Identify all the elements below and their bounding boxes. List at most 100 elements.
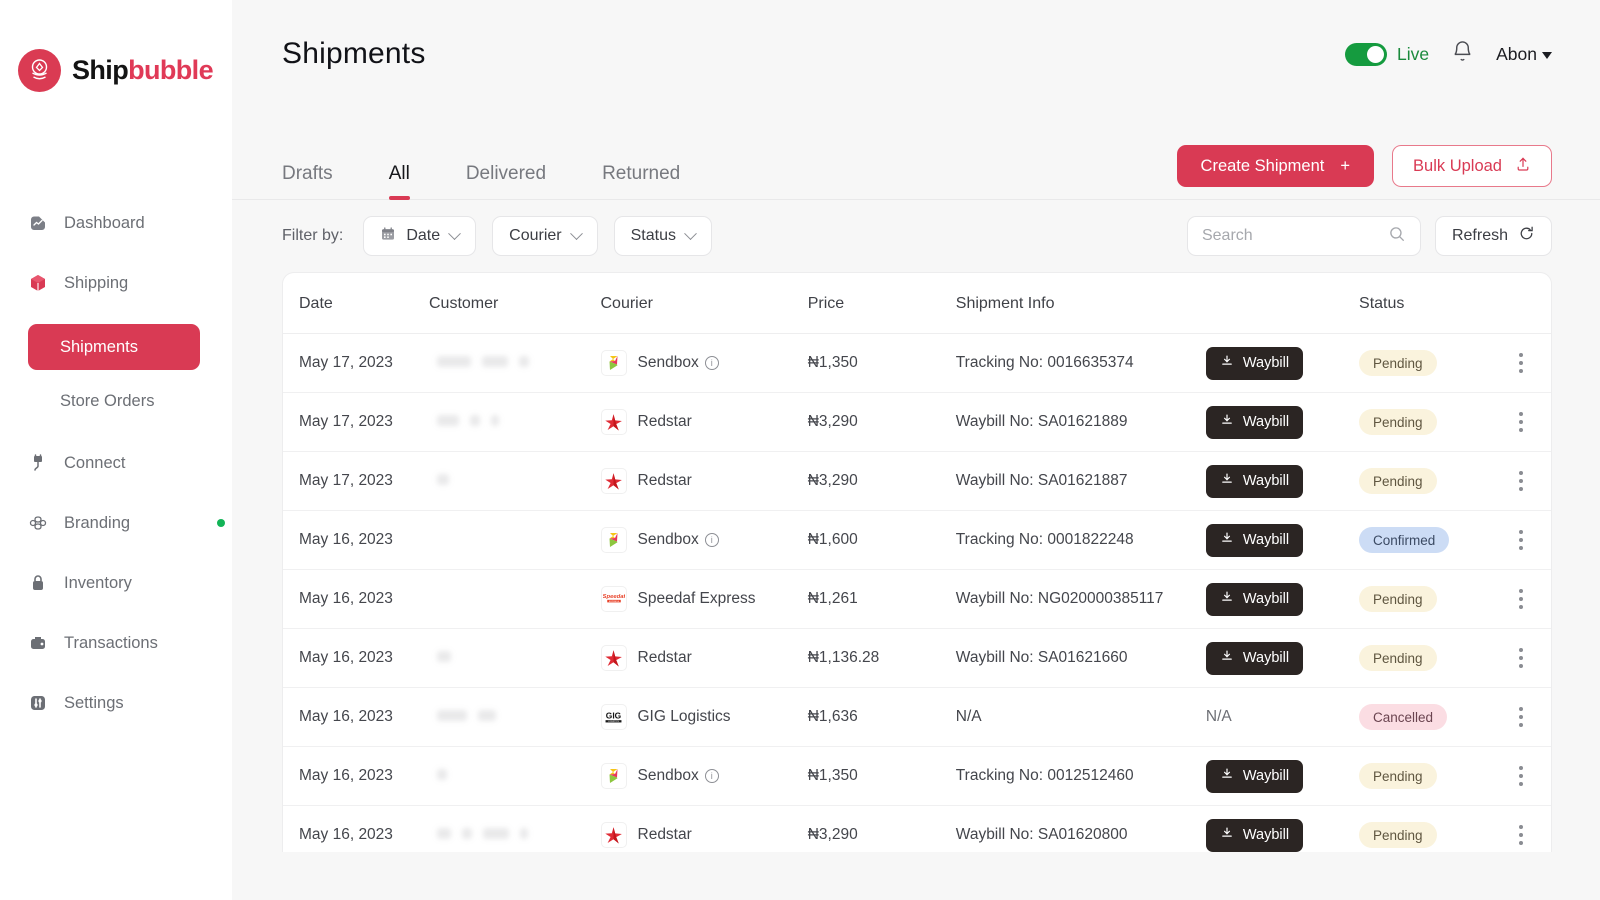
search-box[interactable] bbox=[1187, 216, 1421, 256]
cell-status: Pending bbox=[1359, 393, 1492, 452]
filter-courier-dropdown[interactable]: Courier bbox=[492, 216, 597, 256]
waybill-download-button[interactable]: Waybill bbox=[1206, 347, 1303, 380]
sidebar-item-shipments[interactable]: Shipments bbox=[28, 324, 200, 370]
cell-waybill[interactable]: Waybill bbox=[1206, 393, 1359, 452]
cell-customer bbox=[429, 393, 601, 452]
plug-icon bbox=[27, 452, 49, 474]
row-menu-icon[interactable] bbox=[1492, 707, 1551, 727]
courier-cell: Sendboxi bbox=[601, 763, 808, 789]
search-input[interactable] bbox=[1202, 227, 1372, 245]
live-mode-toggle[interactable] bbox=[1345, 43, 1387, 66]
table-row[interactable]: May 16, 2023SpeedafEXPRESSSpeedaf Expres… bbox=[283, 570, 1551, 629]
waybill-download-button[interactable]: Waybill bbox=[1206, 583, 1303, 616]
sidebar-item-settings[interactable]: Settings bbox=[0, 684, 232, 722]
cell-row-actions[interactable] bbox=[1492, 629, 1551, 688]
cell-price: ₦1,350 bbox=[808, 334, 956, 393]
tab-drafts[interactable]: Drafts bbox=[282, 163, 333, 199]
shipment-info-text: Waybill No: NG020000385117 bbox=[956, 590, 1164, 607]
cell-shipment-info: Waybill No: SA01621889 bbox=[956, 393, 1206, 452]
info-icon[interactable]: i bbox=[705, 533, 719, 547]
table-row[interactable]: May 17, 2023Sendboxi₦1,350Tracking No: 0… bbox=[283, 334, 1551, 393]
cell-waybill[interactable]: Waybill bbox=[1206, 629, 1359, 688]
waybill-download-button[interactable]: Waybill bbox=[1206, 465, 1303, 498]
cell-price: ₦3,290 bbox=[808, 393, 956, 452]
refresh-label: Refresh bbox=[1452, 227, 1508, 245]
bulk-upload-label: Bulk Upload bbox=[1413, 157, 1502, 176]
status-badge: Cancelled bbox=[1359, 704, 1447, 730]
cell-date: May 16, 2023 bbox=[283, 511, 429, 570]
app-root: Shipbubble Dashboard Shipping Shipments … bbox=[0, 0, 1600, 900]
refresh-button[interactable]: Refresh bbox=[1435, 216, 1552, 256]
waybill-download-button[interactable]: Waybill bbox=[1206, 642, 1303, 675]
notifications-bell-icon[interactable] bbox=[1451, 40, 1474, 68]
user-menu[interactable]: Abon bbox=[1496, 44, 1552, 65]
table-row[interactable]: May 16, 2023GIGLOGISTICSGIG Logistics₦1,… bbox=[283, 688, 1551, 747]
bulk-upload-button[interactable]: Bulk Upload bbox=[1392, 145, 1552, 187]
sidebar-item-shipping[interactable]: Shipping bbox=[0, 264, 232, 302]
table-row[interactable]: May 17, 2023Redstar₦3,290Waybill No: SA0… bbox=[283, 393, 1551, 452]
table-row[interactable]: May 16, 2023Sendboxi₦1,600Tracking No: 0… bbox=[283, 511, 1551, 570]
filter-courier-label: Courier bbox=[509, 227, 561, 245]
sidebar-item-branding[interactable]: Branding bbox=[0, 504, 232, 542]
sidebar-item-connect[interactable]: Connect bbox=[0, 444, 232, 482]
tab-delivered[interactable]: Delivered bbox=[466, 163, 546, 199]
cell-shipment-info: Waybill No: SA01621887 bbox=[956, 452, 1206, 511]
logo-text-bubble: bubble bbox=[128, 55, 213, 85]
sidebar-item-inventory[interactable]: Inventory bbox=[0, 564, 232, 602]
tab-returned[interactable]: Returned bbox=[602, 163, 680, 199]
cell-price: ₦3,290 bbox=[808, 452, 956, 511]
info-icon[interactable]: i bbox=[705, 769, 719, 783]
cell-row-actions[interactable] bbox=[1492, 688, 1551, 747]
cell-waybill[interactable]: Waybill bbox=[1206, 747, 1359, 806]
filter-status-label: Status bbox=[631, 227, 676, 245]
app-logo[interactable]: Shipbubble bbox=[0, 44, 232, 96]
create-shipment-button[interactable]: Create Shipment + bbox=[1177, 145, 1374, 187]
table-row[interactable]: May 16, 2023Redstar₦1,136.28Waybill No: … bbox=[283, 629, 1551, 688]
courier-name: Redstar bbox=[638, 472, 692, 490]
info-icon[interactable]: i bbox=[705, 356, 719, 370]
row-menu-icon[interactable] bbox=[1492, 589, 1551, 609]
filter-status-dropdown[interactable]: Status bbox=[614, 216, 712, 256]
cell-row-actions[interactable] bbox=[1492, 452, 1551, 511]
row-menu-icon[interactable] bbox=[1492, 471, 1551, 491]
cell-date: May 17, 2023 bbox=[283, 334, 429, 393]
waybill-download-button[interactable]: Waybill bbox=[1206, 406, 1303, 439]
waybill-download-button[interactable]: Waybill bbox=[1206, 760, 1303, 793]
tab-all[interactable]: All bbox=[389, 163, 410, 199]
column-header-courier: Courier bbox=[601, 273, 808, 334]
row-menu-icon[interactable] bbox=[1492, 825, 1551, 845]
cell-row-actions[interactable] bbox=[1492, 570, 1551, 629]
cell-row-actions[interactable] bbox=[1492, 747, 1551, 806]
cell-waybill[interactable]: Waybill bbox=[1206, 806, 1359, 853]
sidebar-item-transactions[interactable]: Transactions bbox=[0, 624, 232, 662]
shipment-price: ₦1,136.28 bbox=[808, 649, 880, 666]
cell-row-actions[interactable] bbox=[1492, 511, 1551, 570]
table-body: May 17, 2023Sendboxi₦1,350Tracking No: 0… bbox=[283, 334, 1551, 853]
shipment-date: May 17, 2023 bbox=[299, 472, 393, 489]
cell-waybill[interactable]: Waybill bbox=[1206, 452, 1359, 511]
row-menu-icon[interactable] bbox=[1492, 530, 1551, 550]
shipment-date: May 17, 2023 bbox=[299, 354, 393, 371]
row-menu-icon[interactable] bbox=[1492, 766, 1551, 786]
live-mode-toggle-group[interactable]: Live bbox=[1345, 43, 1429, 66]
row-menu-icon[interactable] bbox=[1492, 412, 1551, 432]
cell-row-actions[interactable] bbox=[1492, 806, 1551, 853]
cell-shipment-info: Waybill No: SA01621660 bbox=[956, 629, 1206, 688]
table-row[interactable]: May 16, 2023Redstar₦3,290Waybill No: SA0… bbox=[283, 806, 1551, 853]
column-header-date: Date bbox=[283, 273, 429, 334]
table-row[interactable]: May 17, 2023 Redstar ₦3,290Waybill No: SA0… bbox=[283, 452, 1551, 511]
sidebar-item-dashboard[interactable]: Dashboard bbox=[0, 204, 232, 242]
filter-date-dropdown[interactable]: Date bbox=[363, 216, 476, 256]
cell-waybill[interactable]: Waybill bbox=[1206, 511, 1359, 570]
row-menu-icon[interactable] bbox=[1492, 648, 1551, 668]
cell-waybill[interactable]: Waybill bbox=[1206, 334, 1359, 393]
table-row[interactable]: May 16, 2023Sendboxi₦1,350Tracking No: 0… bbox=[283, 747, 1551, 806]
waybill-download-button[interactable]: Waybill bbox=[1206, 524, 1303, 557]
waybill-download-button[interactable]: Waybill bbox=[1206, 819, 1303, 852]
cell-row-actions[interactable] bbox=[1492, 393, 1551, 452]
row-menu-icon[interactable] bbox=[1492, 353, 1551, 373]
sidebar-item-label: Dashboard bbox=[64, 214, 145, 233]
sidebar-item-store-orders[interactable]: Store Orders bbox=[0, 378, 232, 424]
cell-row-actions[interactable] bbox=[1492, 334, 1551, 393]
cell-waybill[interactable]: Waybill bbox=[1206, 570, 1359, 629]
